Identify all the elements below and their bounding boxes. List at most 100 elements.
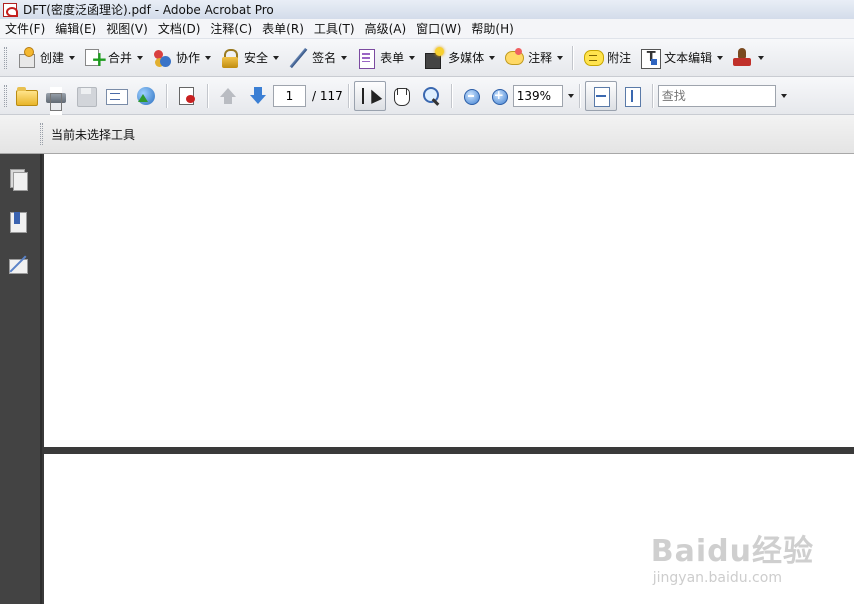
find-dropdown-chevron-icon[interactable] [780, 93, 787, 98]
comment-button[interactable]: 注释 [499, 43, 567, 73]
sticky-note-label: 附注 [607, 51, 632, 65]
menu-forms[interactable]: 表单(R) [257, 20, 309, 37]
email-icon [105, 85, 128, 107]
menu-comments[interactable]: 注释(C) [205, 20, 257, 37]
menu-window[interactable]: 窗口(W) [411, 20, 466, 37]
toolbar-separator [166, 83, 167, 108]
acrobat-app-icon[interactable] [3, 2, 18, 17]
toolbar-grip[interactable] [4, 84, 7, 107]
sticky-note-icon [582, 47, 605, 69]
bookmarks-panel-icon[interactable] [7, 210, 29, 234]
create-icon [15, 46, 37, 69]
menu-view[interactable]: 视图(V) [101, 20, 153, 37]
select-tool-button[interactable] [353, 80, 386, 111]
menu-advanced[interactable]: 高级(A) [360, 20, 412, 37]
combine-button[interactable]: 合并 [79, 43, 147, 73]
multimedia-label: 多媒体 [448, 51, 485, 65]
secure-button[interactable]: 安全 [215, 43, 283, 73]
upload-web-button[interactable] [131, 81, 161, 111]
toolbar-grip[interactable] [40, 123, 43, 145]
comment-label: 注释 [528, 51, 553, 65]
text-edit-icon [639, 47, 662, 69]
menu-file[interactable]: 文件(F) [0, 20, 50, 37]
fit-width-button[interactable] [584, 80, 617, 111]
chevron-down-icon [137, 55, 144, 60]
text-edit-label: 文本编辑 [664, 51, 713, 65]
open-button[interactable] [11, 81, 41, 111]
fit-width-icon [590, 85, 612, 107]
marquee-zoom-button[interactable] [416, 81, 446, 111]
menu-bar: 文件(F) 编辑(E) 视图(V) 文档(D) 注释(C) 表单(R) 工具(T… [0, 19, 854, 39]
globe-upload-icon [135, 85, 157, 107]
save-icon [75, 85, 97, 107]
menu-edit[interactable]: 编辑(E) [50, 20, 101, 37]
print-button[interactable] [41, 81, 71, 116]
zoom-dropdown-chevron-icon[interactable] [567, 93, 574, 98]
file-nav-toolbar: 1 / 117 139% 查找 [0, 77, 854, 116]
arrow-up-icon [217, 85, 239, 107]
stamp-icon [731, 47, 753, 69]
toolbar-separator [347, 83, 349, 108]
stamp-button[interactable] [727, 43, 768, 73]
secure-document-icon [176, 85, 198, 107]
secure-label: 安全 [244, 51, 269, 65]
collaborate-label: 协作 [176, 51, 201, 65]
fit-page-icon [621, 85, 643, 107]
folder-icon [15, 85, 38, 107]
page-number-input[interactable]: 1 [273, 84, 306, 107]
zoom-out-button[interactable] [457, 81, 485, 111]
chevron-down-icon [341, 55, 348, 60]
chevron-down-icon [758, 55, 765, 60]
pdf-page [44, 154, 854, 447]
sticky-note-button[interactable]: 附注 [578, 43, 635, 73]
multimedia-button[interactable]: 多媒体 [419, 43, 499, 73]
secure-document-button[interactable] [172, 81, 202, 111]
document-view[interactable]: Baidu经验 jingyan.baidu.com [42, 154, 854, 604]
menu-tools[interactable]: 工具(T) [309, 20, 360, 37]
save-button[interactable] [71, 81, 101, 111]
pages-panel-icon[interactable] [7, 167, 29, 191]
fit-page-button[interactable] [617, 81, 647, 111]
title-bar: DFT(密度泛函理论).pdf - Adobe Acrobat Pro [0, 0, 854, 19]
text-edit-button[interactable]: 文本编辑 [635, 43, 727, 73]
menu-document[interactable]: 文档(D) [153, 20, 206, 37]
collaborate-button[interactable]: 协作 [147, 43, 215, 73]
toolbar-separator [572, 45, 574, 70]
zoom-level-field[interactable]: 139% [512, 84, 563, 107]
create-button[interactable]: 创建 [11, 43, 79, 73]
chevron-down-icon [409, 55, 416, 60]
forms-button[interactable]: 表单 [351, 43, 419, 73]
toolbar-grip[interactable] [4, 46, 7, 69]
baidu-jingyan-watermark: Baidu经验 jingyan.baidu.com [651, 526, 814, 586]
window-title: DFT(密度泛函理论).pdf - Adobe Acrobat Pro [23, 3, 274, 17]
page-total: / 117 [312, 88, 343, 103]
chevron-down-icon [717, 55, 724, 60]
magnifier-icon [420, 85, 442, 107]
next-page-button[interactable] [243, 81, 273, 111]
signatures-panel-icon[interactable] [7, 253, 29, 277]
chevron-down-icon [489, 55, 496, 60]
arrow-down-icon [247, 85, 269, 107]
forms-label: 表单 [380, 51, 405, 65]
tasks-toolbar: 创建 合并 协作 安全 签名 表单 多媒体 注释 附注 [0, 39, 854, 77]
chevron-down-icon [69, 55, 76, 60]
previous-page-button[interactable] [213, 81, 243, 111]
toolbar-separator [651, 83, 653, 108]
printer-icon [45, 85, 67, 116]
multimedia-icon [423, 46, 445, 69]
properties-bar: 当前未选择工具 [0, 115, 854, 154]
find-input[interactable]: 查找 [657, 84, 776, 107]
pen-icon [287, 47, 309, 69]
hand-tool-button[interactable] [386, 81, 416, 111]
zoom-in-button[interactable] [485, 81, 513, 111]
toolbar-separator [450, 83, 452, 108]
lock-icon [219, 47, 241, 69]
combine-icon [83, 47, 105, 69]
sign-button[interactable]: 签名 [283, 43, 351, 73]
chevron-down-icon [557, 55, 564, 60]
menu-help[interactable]: 帮助(H) [466, 20, 518, 37]
email-button[interactable] [101, 81, 131, 111]
chevron-down-icon [205, 55, 212, 60]
hand-icon [390, 85, 412, 107]
form-icon [355, 47, 377, 69]
